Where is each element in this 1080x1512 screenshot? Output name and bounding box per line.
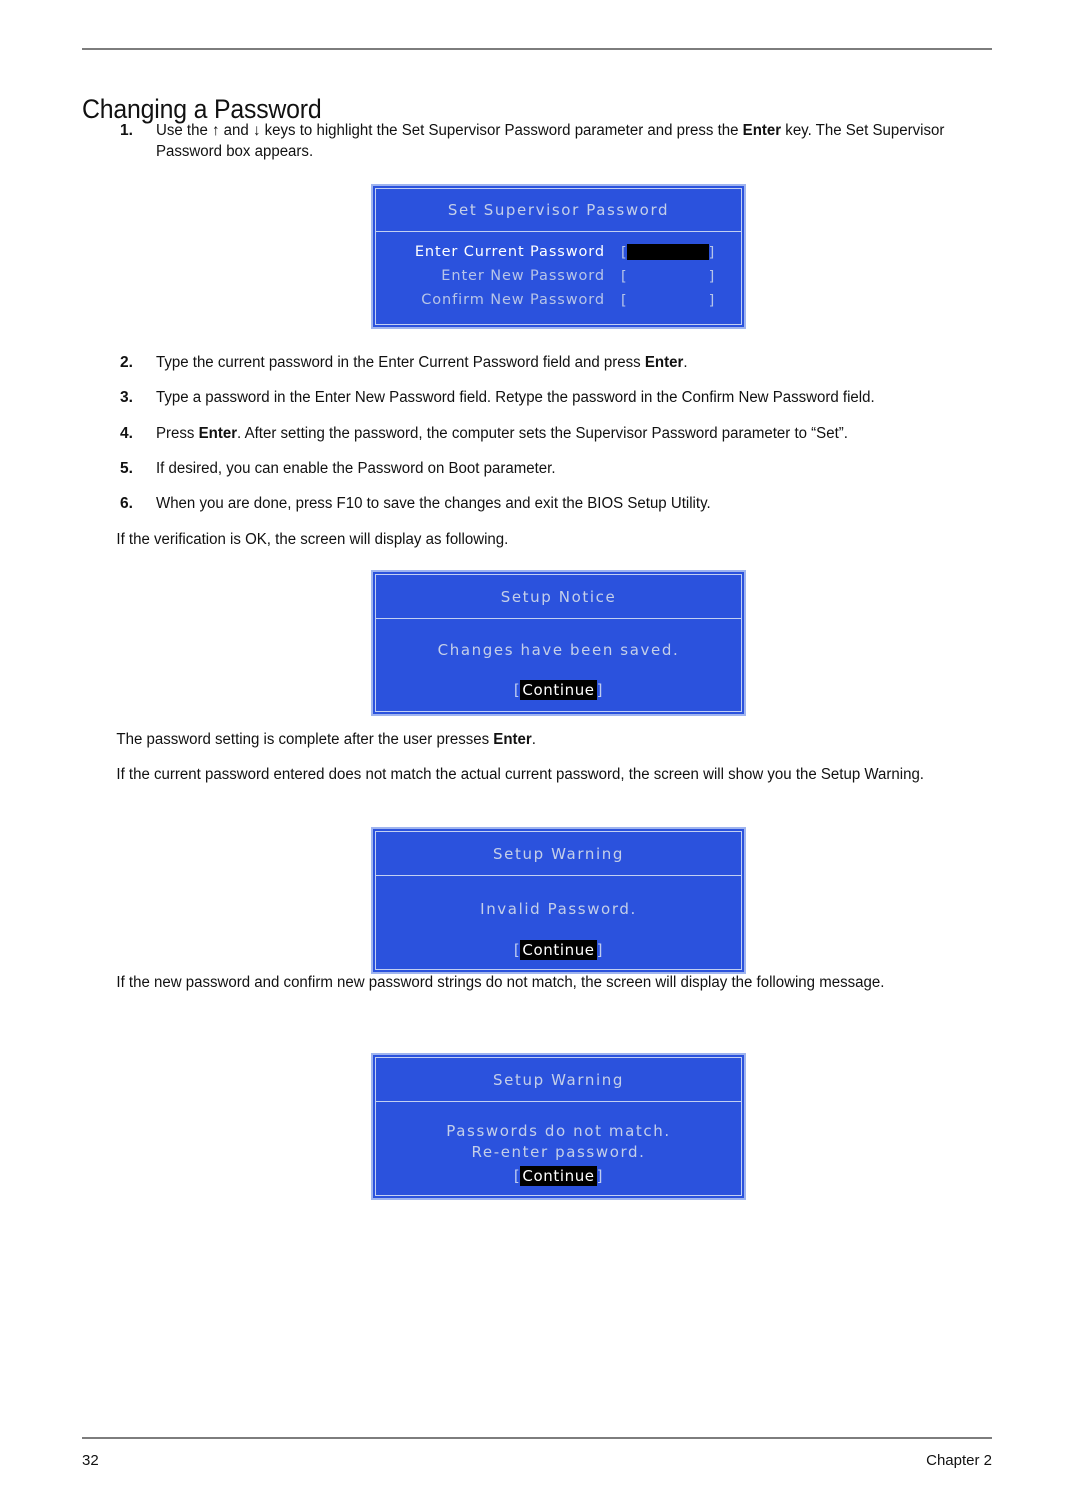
bracket-close: ]: [596, 681, 604, 699]
dialog-frame: Set Supervisor Password Enter Current Pa…: [375, 188, 742, 325]
dialog-message: Changes have been saved.: [437, 641, 680, 659]
dialog-body: Changes have been saved. [Continue]: [376, 619, 741, 711]
field-row-confirm-new-password[interactable]: Confirm New Password []: [376, 288, 741, 312]
header-rule: [82, 48, 992, 50]
paragraph-part: The password setting is complete after t…: [116, 731, 494, 748]
step-text-part: Press: [156, 424, 199, 442]
dialog-body: Invalid Password. [Continue]: [376, 876, 741, 969]
step-text-emphasis: Enter: [198, 424, 238, 442]
list-item: 2. Type the current password in the Ente…: [0, 352, 1080, 373]
continue-button-label: Continue: [520, 940, 597, 960]
bracket-close: ]: [708, 268, 715, 285]
field-label: Enter Current Password: [414, 244, 605, 260]
step-text-part: Type the current password in the Enter C…: [156, 353, 645, 371]
dialog-message-line1: Passwords do not match.: [446, 1122, 671, 1140]
dialog-frame: Setup Notice Changes have been saved. [C…: [375, 574, 742, 712]
step-text: If desired, you can enable the Password …: [156, 459, 556, 477]
continue-button-label: Continue: [520, 1166, 597, 1186]
dialog-title: Setup Warning: [376, 832, 741, 876]
document-page: Changing a Password 1. Use the ↑ and ↓ k…: [0, 0, 1080, 1512]
continue-button-label: Continue: [520, 680, 597, 700]
continue-button[interactable]: [Continue]: [514, 680, 604, 700]
field-row-enter-new-password[interactable]: Enter New Password []: [376, 264, 741, 288]
step-text: When you are done, press F10 to save the…: [156, 495, 711, 513]
paragraph-emphasis: Enter: [493, 731, 532, 748]
step-number: 5.: [120, 459, 133, 477]
dialog-message: Invalid Password.: [480, 900, 637, 918]
password-value-empty: [627, 292, 709, 308]
footer-page-number: 32: [82, 1452, 99, 1469]
step-text-part: . After setting the password, the comput…: [237, 424, 848, 442]
step-number: 1.: [120, 122, 133, 139]
dialog-set-supervisor-password[interactable]: Set Supervisor Password Enter Current Pa…: [371, 184, 746, 329]
dialog-body: Passwords do not match. Re-enter passwor…: [376, 1102, 741, 1195]
dialog-message-line2: Re-enter password.: [471, 1143, 646, 1161]
dialog-title: Set Supervisor Password: [376, 189, 741, 232]
step-number: 4.: [120, 424, 133, 442]
step-text: Use the ↑ and ↓ keys to highlight the Se…: [156, 120, 994, 163]
bracket-close: ]: [708, 292, 715, 309]
list-item: 4. Press Enter. After setting the passwo…: [0, 423, 1080, 444]
step-text: Type the current password in the Enter C…: [156, 352, 994, 373]
list-item: 3. Type a password in the Enter New Pass…: [0, 387, 1080, 408]
step-text-part: .: [683, 353, 688, 371]
dialog-setup-notice[interactable]: Setup Notice Changes have been saved. [C…: [371, 570, 746, 716]
list-item: 1. Use the ↑ and ↓ keys to highlight the…: [0, 120, 1080, 163]
dialog-title: Setup Warning: [376, 1058, 741, 1102]
step-text-emphasis: Enter: [742, 122, 782, 139]
step-text-emphasis: Enter: [644, 353, 684, 371]
password-value-masked: [626, 243, 709, 260]
bracket-close: ]: [596, 1167, 604, 1185]
bracket-close: ]: [596, 941, 604, 959]
paragraph-after-notice: The password setting is complete after t…: [0, 729, 1048, 750]
continue-button[interactable]: [Continue]: [514, 940, 604, 960]
footer-chapter: Chapter 2: [926, 1452, 992, 1469]
dialog-title: Setup Notice: [376, 575, 741, 619]
dialog-body: Enter Current Password [] Enter New Pass…: [376, 232, 741, 324]
field-label: Confirm New Password: [421, 292, 605, 308]
list-item: 6. When you are done, press F10 to save …: [0, 493, 1080, 514]
step-text: Type a password in the Enter New Passwor…: [156, 389, 875, 407]
continue-button[interactable]: [Continue]: [514, 1166, 604, 1186]
step-text: Press Enter. After setting the password,…: [156, 423, 994, 444]
password-input-new[interactable]: []: [621, 268, 714, 285]
step-text-part: Use the ↑ and ↓ keys to highlight the Se…: [156, 122, 743, 139]
dialog-setup-warning-invalid-password[interactable]: Setup Warning Invalid Password. [Continu…: [371, 827, 746, 974]
password-input-confirm[interactable]: []: [621, 292, 714, 309]
paragraph-after-steps: If the verification is OK, the screen wi…: [116, 530, 509, 548]
paragraph-before-invalid-warning: If the current password entered does not…: [116, 766, 924, 784]
dialog-frame: Setup Warning Passwords do not match. Re…: [375, 1057, 742, 1196]
field-label: Enter New Password: [441, 268, 605, 284]
paragraph-before-mismatch-warning: If the new password and confirm new pass…: [116, 973, 885, 991]
step-number: 2.: [120, 353, 133, 371]
step-number: 6.: [120, 495, 133, 513]
dialog-frame: Setup Warning Invalid Password. [Continu…: [375, 831, 742, 970]
paragraph-part: .: [531, 731, 536, 748]
password-value-empty: [627, 268, 709, 284]
field-row-enter-current-password[interactable]: Enter Current Password []: [376, 240, 741, 264]
step-number: 3.: [120, 389, 133, 407]
bracket-close: ]: [708, 244, 715, 261]
password-input-current[interactable]: []: [621, 243, 715, 261]
dialog-setup-warning-passwords-do-not-match[interactable]: Setup Warning Passwords do not match. Re…: [371, 1053, 746, 1200]
footer-rule: [82, 1437, 992, 1439]
list-item: 5. If desired, you can enable the Passwo…: [0, 458, 1080, 479]
